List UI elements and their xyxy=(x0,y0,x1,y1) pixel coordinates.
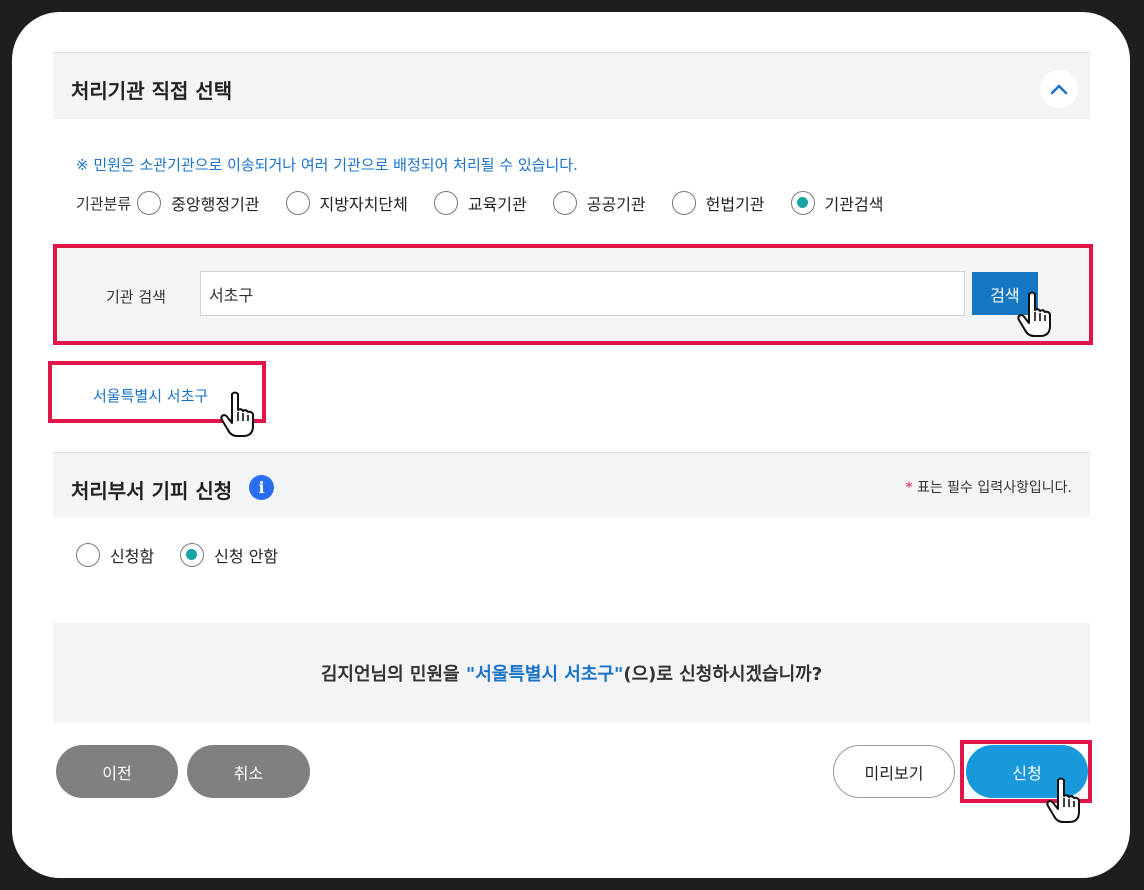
device-frame: 처리기관 직접 선택 ※ 민원은 소관기관으로 이송되거나 여러 기관으로 배정… xyxy=(0,0,1144,890)
radio-button[interactable] xyxy=(671,191,696,215)
radio-label: 중앙행정기관 xyxy=(171,195,260,214)
hand-pointer-icon xyxy=(1017,291,1051,337)
radio-label: 신청 안함 xyxy=(214,547,279,566)
search-result-link[interactable]: 서울특별시 서초구 xyxy=(93,385,208,406)
confirm-prefix: 김지언님의 민원을 xyxy=(320,664,466,685)
radio-button-selected[interactable] xyxy=(790,191,815,215)
radio-label: 지방자치단체 xyxy=(319,195,408,214)
radio-option-search[interactable]: 기관검색 xyxy=(790,191,884,215)
radio-label: 신청함 xyxy=(110,547,155,566)
confirm-box: 김지언님의 민원을 "서울특별시 서초구"(으)로 신청하시겠습니까? xyxy=(53,623,1090,723)
cancel-button[interactable]: 취소 xyxy=(187,745,310,798)
chevron-up-icon xyxy=(1050,84,1068,95)
search-input[interactable] xyxy=(200,271,965,316)
required-star: * xyxy=(905,480,913,496)
radio-button[interactable] xyxy=(76,543,100,567)
confirm-org-name: "서울특별시 서초구" xyxy=(465,664,624,685)
radio-label: 헌법기관 xyxy=(705,195,765,214)
section-title: 처리부서 기피 신청 xyxy=(71,479,233,503)
section-header-dept-avoid: 처리부서 기피 신청 i * 표는 필수 입력사항입니다. xyxy=(53,452,1090,517)
search-label: 기관 검색 xyxy=(106,288,166,306)
radio-option-not-apply[interactable]: 신청 안함 xyxy=(180,543,278,567)
hand-pointer-icon xyxy=(220,391,254,437)
content-panel: 처리기관 직접 선택 ※ 민원은 소관기관으로 이송되거나 여러 기관으로 배정… xyxy=(12,12,1130,878)
radio-button[interactable] xyxy=(433,191,458,215)
category-label: 기관분류 xyxy=(76,194,132,213)
radio-label: 교육기관 xyxy=(467,195,527,214)
confirm-message: 김지언님의 민원을 "서울특별시 서초구"(으)로 신청하시겠습니까? xyxy=(321,660,822,686)
radio-button[interactable] xyxy=(137,191,162,215)
section-header-agency-select: 처리기관 직접 선택 xyxy=(53,52,1090,119)
notice-text: ※ 민원은 소관기관으로 이송되거나 여러 기관으로 배정되어 처리될 수 있습… xyxy=(76,156,578,174)
radio-button-selected[interactable] xyxy=(180,543,205,567)
agency-search-box: 기관 검색 검색 xyxy=(53,244,1093,345)
section-title: 처리기관 직접 선택 xyxy=(71,79,233,103)
dept-avoid-radio-group: 신청함 신청 안함 xyxy=(76,541,304,569)
hand-pointer-icon xyxy=(1046,777,1080,823)
radio-option-education[interactable]: 교육기관 xyxy=(433,191,527,215)
required-note-text: 표는 필수 입력사항입니다. xyxy=(912,480,1072,496)
collapse-button[interactable] xyxy=(1040,70,1078,108)
confirm-suffix: (으)로 신청하시겠습니까? xyxy=(623,664,823,685)
preview-button[interactable]: 미리보기 xyxy=(833,745,955,798)
info-icon[interactable]: i xyxy=(249,475,274,500)
radio-label: 기관검색 xyxy=(824,195,884,214)
radio-option-constitutional[interactable]: 헌법기관 xyxy=(671,191,765,215)
prev-button[interactable]: 이전 xyxy=(56,745,178,798)
radio-button[interactable] xyxy=(552,191,577,215)
radio-button[interactable] xyxy=(285,191,310,215)
radio-option-apply[interactable]: 신청함 xyxy=(76,543,154,567)
radio-option-local[interactable]: 지방자치단체 xyxy=(285,191,408,215)
radio-label: 공공기관 xyxy=(586,195,646,214)
radio-option-public[interactable]: 공공기관 xyxy=(552,191,646,215)
radio-option-central[interactable]: 중앙행정기관 xyxy=(137,191,260,215)
category-radio-group: 기관분류 중앙행정기관 지방자치단체 교육기관 공공기관 헌법기관 기관검색 xyxy=(76,189,909,217)
required-note: * 표는 필수 입력사항입니다. xyxy=(906,477,1072,497)
